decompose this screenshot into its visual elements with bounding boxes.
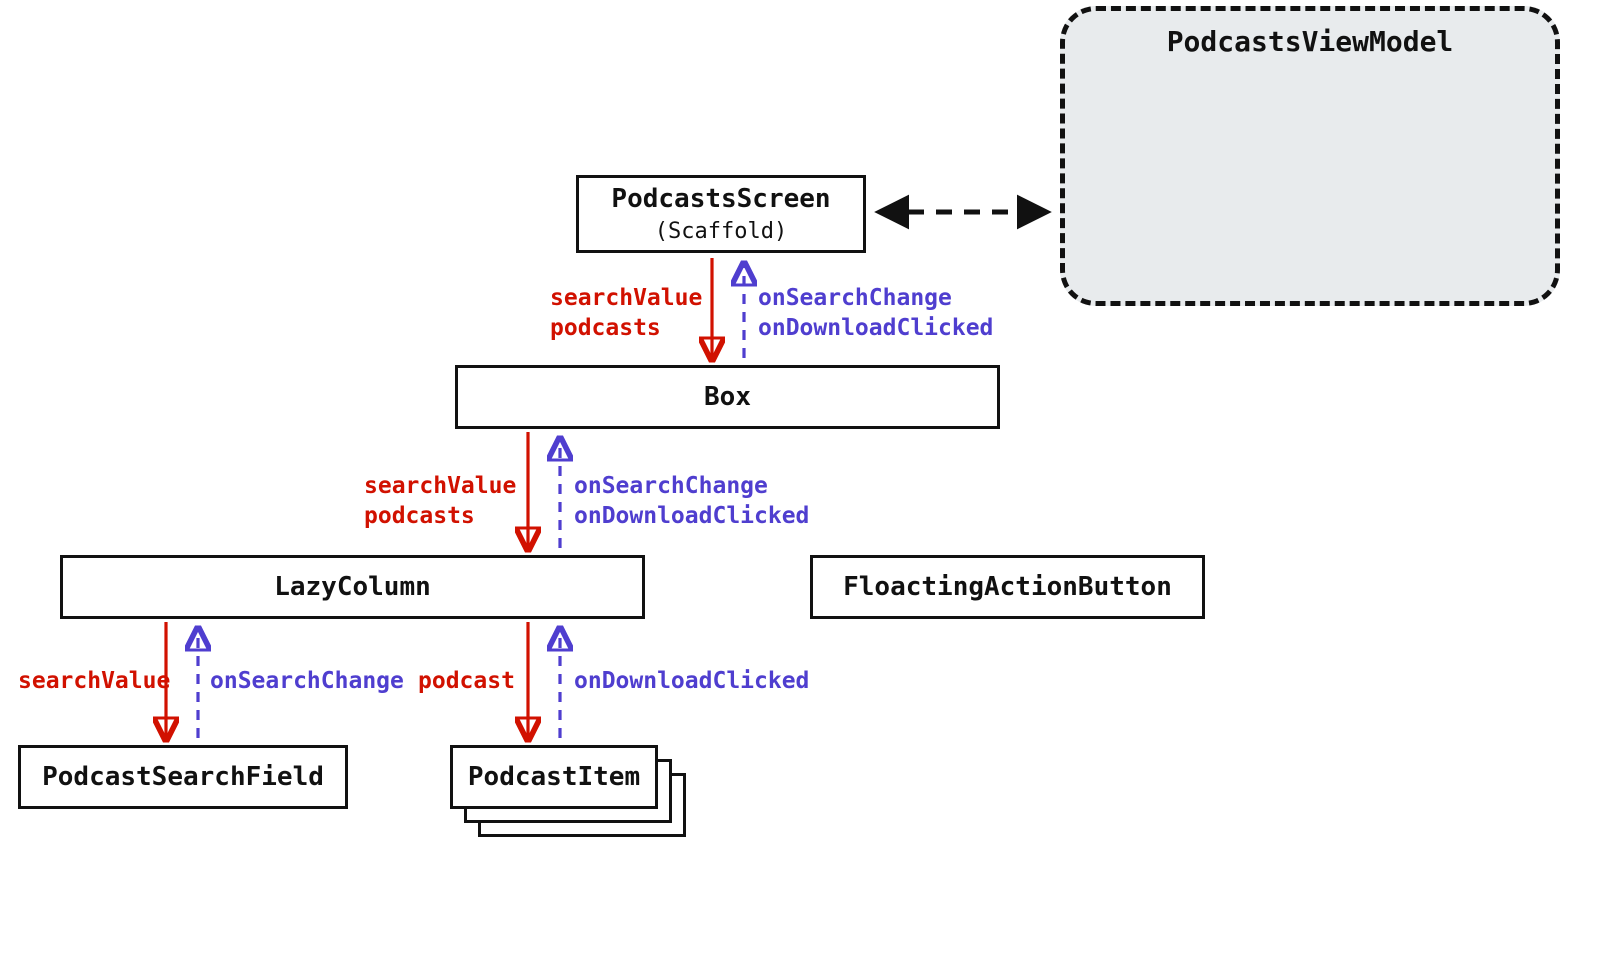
label-lazy-to-search-up: onSearchChange (210, 667, 404, 697)
label-lazy-to-item-down: podcast (418, 667, 515, 697)
lazycolumn-title: LazyColumn (274, 571, 431, 604)
podcasts-screen-title: PodcastsScreen (611, 183, 830, 216)
viewmodel-title: PodcastsViewModel (1167, 25, 1454, 58)
fab-title: FloactingActionButton (843, 571, 1172, 604)
podcasts-screen-subtitle: (Scaffold) (655, 218, 787, 246)
node-lazycolumn: LazyColumn (60, 555, 645, 619)
label-lazy-to-search-down: searchValue (18, 667, 170, 697)
node-floating-action-button: FloactingActionButton (810, 555, 1205, 619)
podcast-item-layer-1: PodcastItem (450, 745, 658, 809)
label-lazy-to-item-up: onDownloadClicked (574, 667, 809, 697)
podcast-item-title: PodcastItem (468, 762, 640, 792)
label-box-to-lazy-up: onSearchChange onDownloadClicked (574, 472, 809, 532)
box-title: Box (704, 381, 751, 414)
label-screen-to-box-up: onSearchChange onDownloadClicked (758, 284, 993, 344)
node-box: Box (455, 365, 1000, 429)
label-box-to-lazy-down: searchValue podcasts (364, 472, 516, 532)
label-screen-to-box-down: searchValue podcasts (550, 284, 702, 344)
node-podcast-item-stack: PodcastItem (450, 745, 690, 841)
node-podcast-search-field: PodcastSearchField (18, 745, 348, 809)
podcast-search-field-title: PodcastSearchField (42, 761, 324, 794)
node-podcasts-screen: PodcastsScreen (Scaffold) (576, 175, 866, 253)
diagram-canvas: PodcastsViewModel PodcastsScreen (Scaffo… (0, 0, 1600, 970)
node-viewmodel: PodcastsViewModel (1060, 6, 1560, 306)
